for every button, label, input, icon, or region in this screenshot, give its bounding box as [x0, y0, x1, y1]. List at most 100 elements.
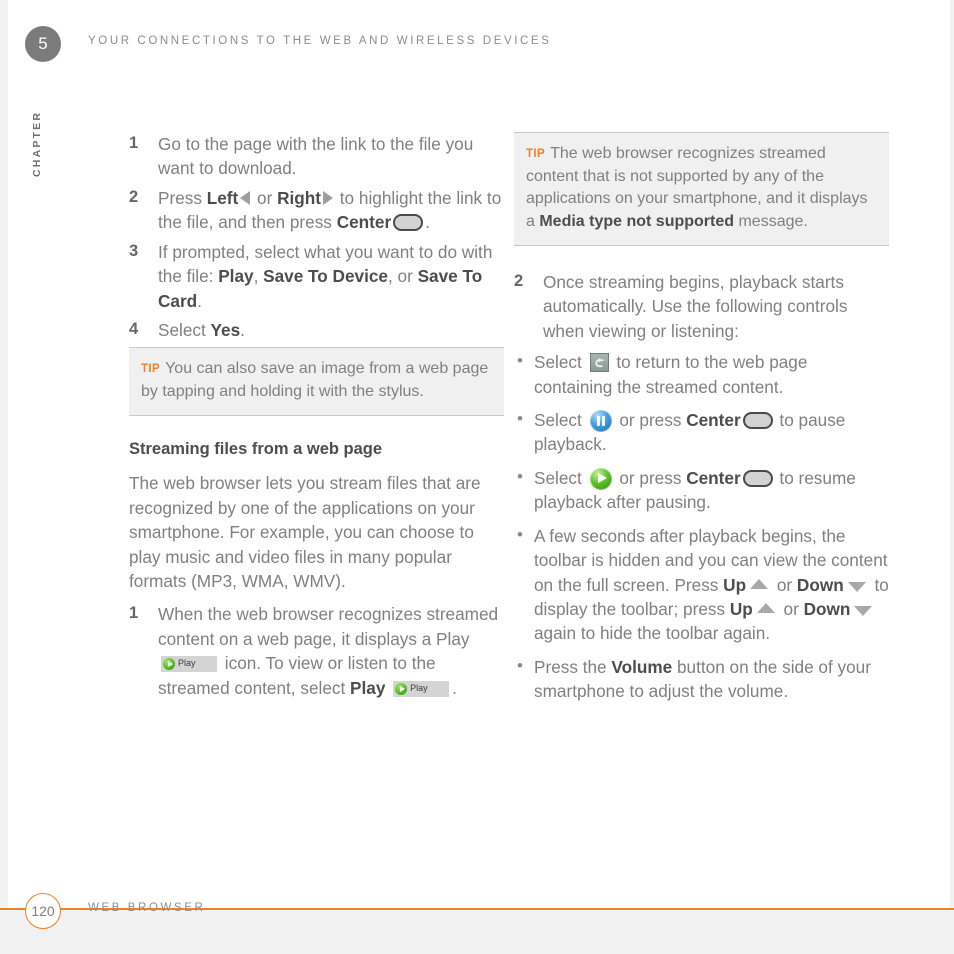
body-text: or	[252, 187, 278, 208]
chapter-vertical-label: CHAPTER	[31, 110, 43, 178]
emphasis-text: Save To Device	[263, 266, 388, 287]
body-text: Select	[534, 352, 587, 373]
step-body: Press Left or Right to highlight the lin…	[158, 188, 501, 232]
emphasis-text: Left	[206, 187, 239, 208]
bullet-marker: •	[517, 408, 523, 428]
numbered-step: 4 Select Yes.	[129, 318, 504, 342]
left-step-after-list: 1 When the web browser recognizes streame…	[129, 602, 504, 700]
playback-controls-bullets: • Select to return to the web page contai…	[514, 350, 889, 703]
down-triangle-icon[interactable]	[847, 581, 866, 592]
page-header: 5 YOUR CONNECTIONS TO THE WEB AND WIRELE…	[0, 26, 954, 62]
left-triangle-icon[interactable]	[240, 191, 251, 206]
step-number: 3	[129, 241, 139, 260]
list-item: • Select or press Center to pause playbac…	[514, 408, 889, 457]
body-text: .	[240, 319, 245, 340]
body-text: or	[778, 598, 804, 619]
emphasis-text: Center	[336, 212, 392, 233]
body-text: Press	[158, 187, 207, 208]
play-button-icon[interactable]	[589, 467, 612, 490]
header-title: YOUR CONNECTIONS TO THE WEB AND WIRELESS…	[88, 35, 552, 47]
list-item: • Press the Volume button on the side of …	[514, 655, 889, 704]
bullet-body: A few seconds after playback begins, the…	[534, 526, 889, 644]
emphasis-text: Down	[796, 574, 844, 595]
body-text: or press	[614, 409, 687, 430]
body-text: Select	[534, 467, 587, 488]
chapter-number-badge: 5	[25, 26, 61, 62]
bullet-marker: •	[517, 655, 523, 675]
bullet-body: Select or press Center to pause playback…	[534, 409, 845, 454]
bullet-body: Select to return to the web page contain…	[534, 352, 807, 396]
up-triangle-icon[interactable]	[750, 578, 769, 589]
body-text: Go to the page with the link to the file…	[158, 134, 474, 179]
body-text: again to hide the toolbar again.	[534, 623, 771, 644]
tip-box-save-image: TIP You can also save an image from a web…	[129, 347, 504, 416]
body-text: message.	[734, 213, 808, 231]
emphasis-text: Play	[350, 677, 386, 698]
right-step-list: 2 Once streaming begins, playback starts …	[514, 270, 889, 343]
numbered-step: 2 Once streaming begins, playback starts …	[514, 270, 889, 343]
list-item: • Select to return to the web page contai…	[514, 350, 889, 399]
step-body: Once streaming begins, playback starts a…	[543, 272, 847, 341]
left-steps-list: 1 Go to the page with the link to the fil…	[129, 132, 504, 342]
list-item: • Select or press Center to resume playba…	[514, 466, 889, 515]
center-button-icon[interactable]	[742, 469, 773, 487]
tip-body: You can also save an image from a web pa…	[141, 360, 488, 400]
numbered-step: 1 Go to the page with the link to the fil…	[129, 132, 504, 181]
bullet-marker: •	[517, 351, 523, 371]
play-glyph-icon	[163, 658, 175, 671]
center-button-icon[interactable]	[393, 214, 424, 232]
emphasis-text: Center	[686, 409, 741, 430]
page-left-margin	[0, 0, 8, 954]
emphasis-text: Center	[686, 467, 741, 488]
down-triangle-icon[interactable]	[854, 606, 873, 617]
tip-label: TIP	[141, 363, 161, 376]
step-number: 1	[129, 134, 139, 152]
body-text	[385, 678, 390, 698]
left-column: 1 Go to the page with the link to the fil…	[129, 132, 504, 705]
numbered-step: 3 If prompted, select what you want to do…	[129, 240, 504, 313]
step-body: Go to the page with the link to the file…	[158, 134, 473, 178]
step-number: 4	[129, 319, 139, 338]
play-chip-icon[interactable]: Play	[161, 656, 217, 673]
back-button-icon[interactable]	[589, 353, 609, 373]
tip-body: The web browser recognizes streamed cont…	[526, 145, 868, 230]
center-button-icon[interactable]	[742, 411, 773, 429]
emphasis-text: Media type not supported	[539, 213, 735, 231]
play-glyph-icon	[395, 682, 408, 695]
step-body: When the web browser recognizes streamed…	[158, 604, 498, 697]
emphasis-text: Volume	[611, 656, 673, 677]
body-text: , or	[387, 266, 418, 287]
emphasis-text: Right	[277, 187, 321, 208]
numbered-step: 1 When the web browser recognizes streame…	[129, 602, 504, 700]
body-text: or press	[614, 467, 687, 488]
body-text: When the web browser recognizes streamed…	[158, 604, 499, 649]
page-number-badge: 120	[25, 893, 61, 929]
bullet-body: Select or press Center to resume playbac…	[534, 467, 856, 512]
body-text: Press the	[534, 656, 612, 677]
body-text: You can also save an image from a web pa…	[141, 360, 489, 401]
step-number: 2	[514, 271, 524, 290]
pause-button-icon[interactable]	[589, 409, 612, 432]
manual-page: 5 YOUR CONNECTIONS TO THE WEB AND WIRELE…	[0, 0, 954, 954]
step-number: 1	[129, 604, 139, 623]
body-text: .	[197, 290, 202, 311]
bullet-marker: •	[517, 524, 523, 544]
up-triangle-icon[interactable]	[756, 603, 775, 614]
page-right-margin	[950, 0, 954, 954]
step-number: 2	[129, 187, 139, 206]
play-chip-label: Play	[410, 682, 428, 693]
bullet-body: Press the Volume button on the side of y…	[534, 657, 871, 701]
list-item: • A few seconds after playback begins, th…	[514, 524, 889, 646]
play-chip-icon[interactable]: Play	[393, 680, 450, 697]
body-text: ,	[253, 266, 264, 287]
step-body: Select Yes.	[158, 320, 245, 340]
emphasis-text: Up	[723, 574, 747, 595]
section-body-streaming: The web browser lets you stream files th…	[129, 473, 481, 591]
body-text: .	[452, 677, 457, 698]
right-triangle-icon[interactable]	[323, 191, 333, 206]
emphasis-text: Down	[803, 598, 851, 619]
play-chip-label: Play	[178, 658, 196, 669]
emphasis-text: Play	[218, 266, 254, 287]
body-text: or	[772, 574, 797, 595]
numbered-step: 2 Press Left or Right to highlight the li…	[129, 186, 504, 235]
